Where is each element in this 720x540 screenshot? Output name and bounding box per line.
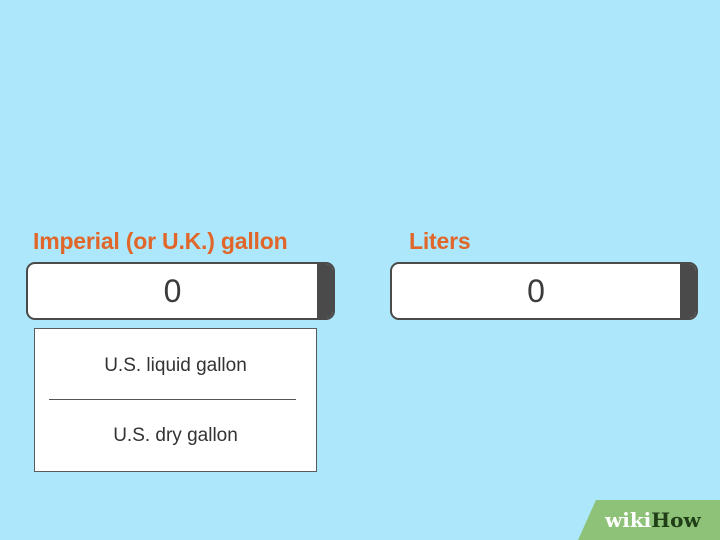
watermark-how-text: How [651, 508, 701, 532]
from-value-text: 0 [163, 272, 182, 309]
watermark-wiki-text: wiki [605, 508, 652, 532]
dropdown-option-us-liquid-gallon[interactable]: U.S. liquid gallon [35, 331, 316, 401]
from-unit-label: Imperial (or U.K.) gallon [33, 228, 288, 254]
to-input-handle[interactable] [680, 264, 696, 318]
to-unit-label: Liters [409, 228, 471, 254]
from-input-handle[interactable] [317, 264, 333, 318]
to-value-input[interactable]: 0 [390, 262, 698, 320]
dropdown-divider [49, 399, 296, 400]
from-value-input[interactable]: 0 [26, 262, 335, 320]
wikihow-watermark: wikiHow [578, 500, 720, 540]
dropdown-option-us-dry-gallon[interactable]: U.S. dry gallon [35, 401, 316, 471]
watermark-logo-text: wikiHow [605, 508, 701, 532]
to-value-text: 0 [527, 272, 545, 309]
unit-dropdown-menu: U.S. liquid gallon U.S. dry gallon [34, 328, 317, 472]
